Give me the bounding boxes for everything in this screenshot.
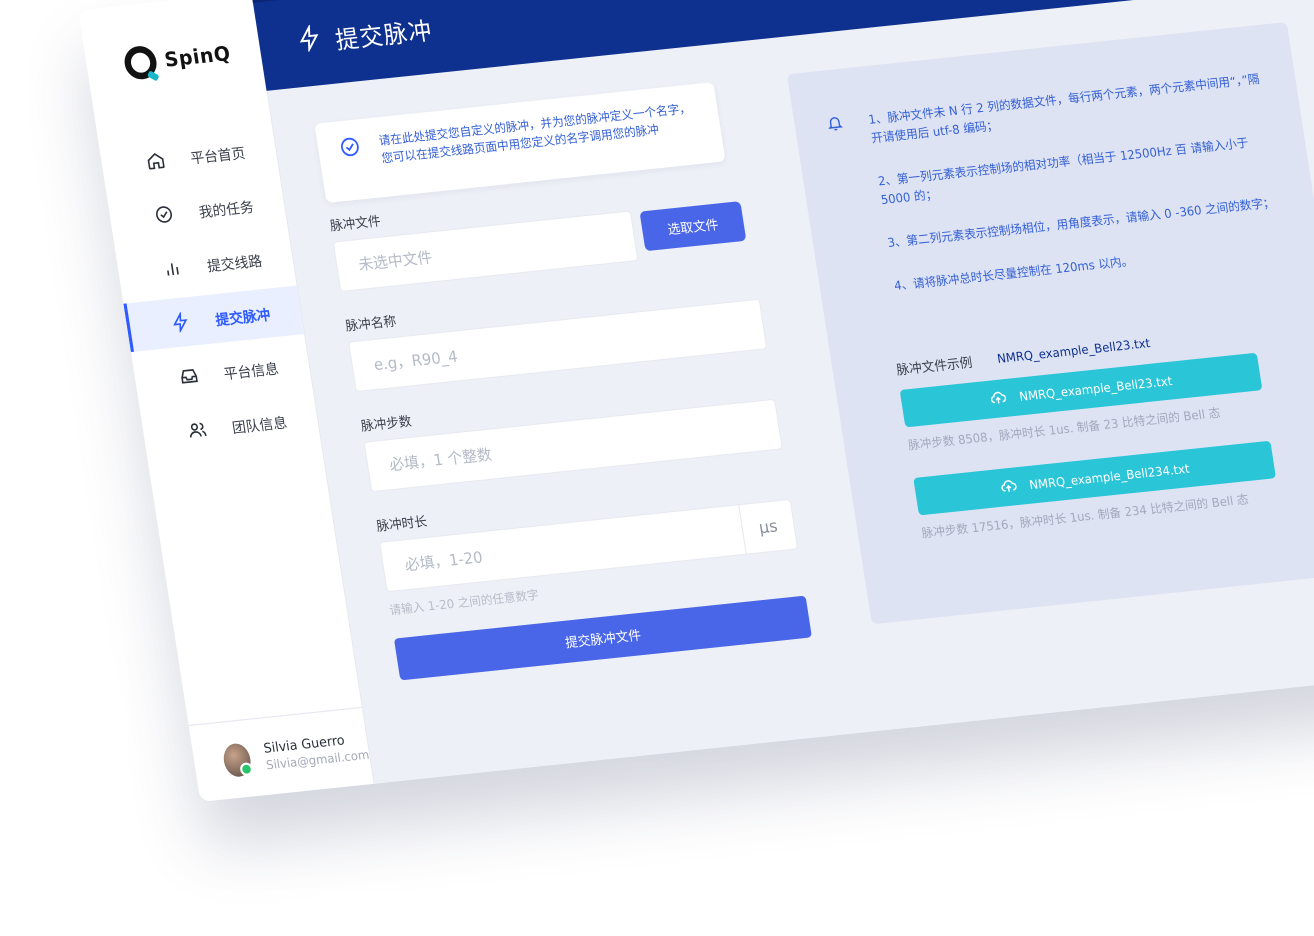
logo[interactable]: SpinQ [122, 37, 233, 81]
spinq-logo-icon [122, 44, 159, 81]
app-window: SpinQ 平台首页 我的任务 提交线路 提交脉冲 平台信息 团队信息 Silv… [78, 0, 1314, 802]
pick-file-button[interactable]: 选取文件 [639, 201, 747, 252]
duration-placeholder: 必填，1-20 [403, 549, 484, 575]
upload-cloud-icon [998, 476, 1018, 499]
brand-name: SpinQ [162, 41, 233, 72]
user-profile[interactable]: Silvia Guerro Silvia@gmail.com [188, 706, 374, 802]
info-panel: 1、脉冲文件未 N 行 2 列的数据文件，每行两个元素，两个元素中间用“，”隔开… [786, 21, 1314, 625]
users-icon [184, 419, 210, 441]
inbox-icon [176, 365, 202, 387]
sidebar-item-team-info[interactable]: 团队信息 [140, 393, 321, 460]
upload-cloud-icon [988, 387, 1008, 410]
pulse-form: 脉冲文件 未选中文件 选取文件 脉冲名称 e.g，R90_4 脉冲步数 必填，1… [329, 170, 842, 681]
page-title: 提交脉冲 [333, 17, 435, 56]
sidebar-item-label: 我的任务 [197, 199, 255, 222]
main-content: 请在此处提交您自定义的脉冲，并为您的脉冲定义一个名字，您可以在提交线路页面中用您… [267, 0, 1314, 784]
home-icon [143, 149, 169, 171]
check-circle-icon [338, 135, 366, 186]
example-file-link[interactable]: NMRQ_example_Bell23.txt [996, 336, 1151, 366]
check-circle-icon [151, 203, 177, 225]
duration-unit: μs [738, 499, 798, 554]
example-label: 脉冲文件示例 [895, 354, 974, 378]
download-label: NMRQ_example_Bell234.txt [1028, 460, 1191, 493]
sidebar-item-label: 提交线路 [206, 252, 264, 276]
sidebar-item-label: 提交脉冲 [214, 306, 272, 330]
sidebar-item-label: 平台信息 [222, 360, 280, 384]
bar-chart-icon [159, 257, 185, 279]
lightning-icon [295, 23, 325, 60]
download-label: NMRQ_example_Bell23.txt [1018, 373, 1174, 404]
lightning-icon [168, 311, 194, 334]
bell-icon [825, 113, 845, 137]
avatar [221, 741, 253, 778]
stage: SpinQ 平台首页 我的任务 提交线路 提交脉冲 平台信息 团队信息 Silv… [0, 0, 1314, 936]
sidebar-item-label: 平台首页 [189, 145, 247, 168]
notice-text: 请在此处提交您自定义的脉冲，并为您的脉冲定义一个名字，您可以在提交线路页面中用您… [377, 101, 692, 166]
rules-list: 1、脉冲文件未 N 行 2 列的数据文件，每行两个元素，两个元素中间用“，”隔开… [825, 69, 1290, 300]
sidebar-item-label: 团队信息 [231, 414, 289, 437]
downloads: NMRQ_example_Bell23.txt 脉冲步数 8508，脉冲时长 1… [899, 352, 1280, 542]
